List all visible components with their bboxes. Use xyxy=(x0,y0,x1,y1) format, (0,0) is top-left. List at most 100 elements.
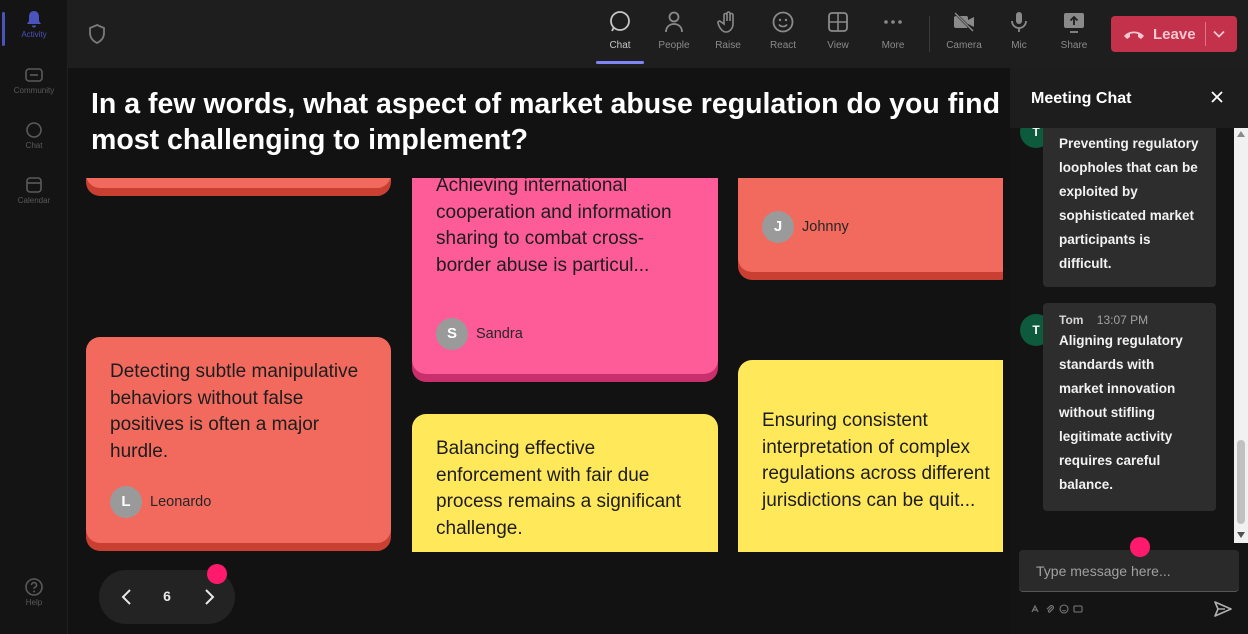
react-button[interactable]: React xyxy=(757,10,809,51)
chevron-down-icon[interactable] xyxy=(1212,27,1226,41)
emoji-icon[interactable] xyxy=(1059,604,1069,614)
meeting-toolbar: Chat People Raise React View More Camera… xyxy=(68,0,1248,68)
people-button[interactable]: People xyxy=(648,10,700,51)
scroll-thumb[interactable] xyxy=(1237,440,1245,524)
help-icon xyxy=(25,578,43,596)
chat-message[interactable]: Preventing regulatory loopholes that can… xyxy=(1043,128,1216,287)
share-button[interactable]: Share xyxy=(1048,10,1100,51)
app-rail: Activity Community Chat Calendar Help xyxy=(0,0,68,634)
card-text: Ensuring consistent interpretation of co… xyxy=(762,410,990,511)
card-text: Balancing effective enforcement with fai… xyxy=(436,438,681,539)
author-name: Johnny xyxy=(802,218,849,235)
rail-item-help[interactable]: Help xyxy=(0,578,68,607)
leave-label: Leave xyxy=(1153,25,1196,43)
rail-item-community[interactable]: Community xyxy=(0,66,68,95)
hang-up-icon xyxy=(1124,31,1144,39)
scroll-down-arrow[interactable] xyxy=(1237,532,1245,538)
hand-icon xyxy=(717,11,734,33)
message-time: 13:07 PM xyxy=(1096,313,1149,327)
pointer-marker xyxy=(207,564,227,584)
chevron-right-icon[interactable] xyxy=(199,587,219,607)
rail-item-activity[interactable]: Activity xyxy=(0,10,68,46)
rail-label: Help xyxy=(25,598,43,607)
camera-button[interactable]: Camera xyxy=(938,10,990,51)
chat-icon xyxy=(26,122,42,138)
person-icon xyxy=(665,11,683,33)
rail-item-chat[interactable]: Chat xyxy=(0,121,68,150)
chat-button[interactable]: Chat xyxy=(594,10,646,64)
message-meta: Tom 13:07 PM xyxy=(1059,311,1200,329)
grid-icon xyxy=(828,12,848,32)
presentation-stage: In a few words, what aspect of market ab… xyxy=(68,68,1010,634)
rail-label: Activity xyxy=(21,30,47,39)
chat-icon xyxy=(610,11,630,32)
avatar: S xyxy=(436,318,468,350)
card-text: Detecting subtle manipulative behaviors … xyxy=(110,361,359,462)
view-label: View xyxy=(827,40,849,51)
share-label: Share xyxy=(1060,40,1088,51)
pointer-marker xyxy=(1130,537,1150,557)
response-board: Achieving international cooperation and … xyxy=(68,178,1003,552)
avatar: L xyxy=(110,486,142,518)
message-text: Aligning regulatory standards with marke… xyxy=(1059,333,1183,492)
rail-label: Chat xyxy=(25,141,43,150)
send-icon[interactable] xyxy=(1213,600,1233,618)
shield-icon[interactable] xyxy=(88,24,106,44)
response-card[interactable] xyxy=(86,178,391,188)
response-card[interactable]: Detecting subtle manipulative behaviors … xyxy=(86,337,391,543)
response-card[interactable]: Ensuring consistent interpretation of co… xyxy=(738,360,1003,552)
leave-divider xyxy=(1205,22,1206,46)
camera-label: Camera xyxy=(946,40,982,51)
more-icon xyxy=(884,20,902,24)
leave-button[interactable]: Leave xyxy=(1111,16,1237,52)
raise-label: Raise xyxy=(715,40,741,51)
toolbar-divider xyxy=(929,16,930,52)
chevron-left-icon[interactable] xyxy=(117,587,137,607)
poll-question: In a few words, what aspect of market ab… xyxy=(91,88,1000,156)
message-composer xyxy=(1019,550,1239,592)
people-label: People xyxy=(658,40,690,51)
camera-off-icon xyxy=(954,12,974,32)
message-list: T Preventing regulatory loopholes that c… xyxy=(1010,128,1234,543)
view-button[interactable]: View xyxy=(812,10,864,51)
message-input[interactable] xyxy=(1019,550,1239,592)
mic-button[interactable]: Mic xyxy=(993,10,1045,51)
author-name: Sandra xyxy=(476,325,523,342)
close-icon[interactable] xyxy=(1210,90,1224,104)
response-card[interactable]: Achieving international cooperation and … xyxy=(412,178,718,374)
card-author: J Johnny xyxy=(762,211,849,243)
card-text: Achieving international cooperation and … xyxy=(436,178,672,276)
chat-message[interactable]: Tom 13:07 PM Aligning regulatory standar… xyxy=(1043,303,1216,511)
chat-scrollbar[interactable] xyxy=(1234,128,1248,543)
chat-label: Chat xyxy=(609,40,631,51)
response-card[interactable]: Balancing effective enforcement with fai… xyxy=(412,414,718,552)
more-label: More xyxy=(881,40,905,51)
gif-icon[interactable] xyxy=(1073,604,1083,614)
smiley-icon xyxy=(772,11,794,33)
rail-label: Calendar xyxy=(17,196,51,205)
more-button[interactable]: More xyxy=(867,10,919,51)
avatar: J xyxy=(762,211,794,243)
chat-header: Meeting Chat xyxy=(1010,68,1248,128)
scroll-up-arrow[interactable] xyxy=(1237,131,1245,137)
microphone-icon xyxy=(1011,12,1027,32)
react-label: React xyxy=(769,40,797,51)
author-name: Leonardo xyxy=(150,493,212,510)
mic-label: Mic xyxy=(1011,40,1027,51)
format-icon[interactable] xyxy=(1030,604,1040,614)
community-icon xyxy=(25,68,43,82)
attach-icon[interactable] xyxy=(1045,604,1055,614)
rail-item-calendar[interactable]: Calendar xyxy=(0,176,68,205)
raise-hand-button[interactable]: Raise xyxy=(702,10,754,51)
meeting-chat-panel: Meeting Chat T Preventing regulatory loo… xyxy=(1010,68,1248,634)
share-screen-icon xyxy=(1064,13,1084,33)
page-number: 6 xyxy=(163,588,171,604)
response-card[interactable]: J Johnny xyxy=(738,178,1003,272)
rail-label: Community xyxy=(13,86,55,95)
card-author: L Leonardo xyxy=(110,486,211,518)
card-author: S Sandra xyxy=(436,318,523,350)
chat-title: Meeting Chat xyxy=(1031,90,1132,107)
bell-icon xyxy=(27,11,41,28)
sender-name: Tom xyxy=(1059,313,1084,327)
calendar-icon xyxy=(26,177,42,193)
